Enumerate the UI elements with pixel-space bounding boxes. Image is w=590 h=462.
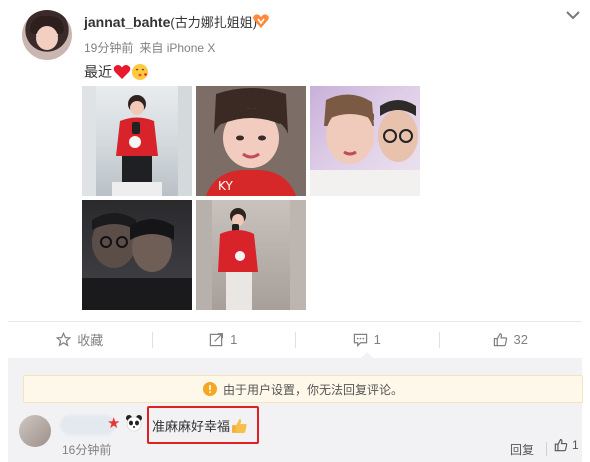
post-photo-3[interactable] [310, 86, 420, 196]
vip-badge-icon[interactable] [252, 13, 270, 29]
post-toolbar: 收藏 1 1 32 [8, 321, 583, 358]
favorite-label: 收藏 [77, 333, 104, 348]
comment-like-count: 1 [572, 438, 579, 452]
repost-icon [209, 333, 224, 347]
repost-count: 1 [230, 332, 238, 347]
notice-text: 由于用户设置，你无法回复评论。 [222, 382, 403, 397]
heart-emoji-icon [113, 65, 131, 79]
warning-icon [202, 382, 217, 396]
chevron-down-icon[interactable] [564, 8, 582, 22]
like-count: 32 [513, 332, 528, 347]
post-meta: 19分钟前 来自 iPhone X [84, 39, 221, 56]
panda-icon [126, 415, 142, 432]
author-username[interactable]: jannat_bahte [84, 14, 170, 30]
post-photo-2[interactable]: KY [196, 86, 306, 196]
post-text: 最近 [84, 64, 112, 80]
comment-button[interactable]: 1 [295, 322, 439, 358]
comment-section: 由于用户设置，你无法回复评论。 ★ 准麻麻好幸福 16分钟前 回复 1 [8, 358, 583, 462]
star-outline-icon [56, 332, 72, 347]
weibo-post: jannat_bahte(古力娜扎姐姐) 19分钟前 来自 iPhone X 最近 [0, 0, 590, 462]
commenter-avatar[interactable] [19, 415, 51, 447]
author-avatar[interactable] [22, 10, 72, 60]
repost-button[interactable]: 1 [151, 322, 296, 357]
favorite-button[interactable]: 收藏 [8, 322, 152, 357]
comment-text: 准麻麻好幸福 [152, 416, 248, 435]
comment-reply-button[interactable]: 回复 [510, 441, 534, 458]
comment-like-button[interactable]: 1 [554, 438, 579, 452]
svg-text:KY: KY [218, 179, 233, 193]
thumbs-up-icon [493, 333, 507, 347]
post-content: 最近 [84, 62, 149, 82]
author-remark: (古力娜扎姐姐) [170, 15, 258, 30]
star-badge-icon: ★ [107, 415, 121, 432]
post-source: 来自 iPhone X [139, 41, 216, 55]
thumbs-up-icon [554, 439, 568, 452]
thumbs-up-emoji-icon [232, 419, 247, 433]
reply-restricted-notice: 由于用户设置，你无法回复评论。 [23, 375, 583, 403]
comment-icon [353, 333, 367, 347]
kiss-emoji-icon [132, 64, 148, 80]
author-name[interactable]: jannat_bahte(古力娜扎姐姐) [84, 12, 257, 31]
post-photo-1[interactable] [82, 86, 192, 196]
comment-text-content: 准麻麻好幸福 [152, 419, 231, 434]
post-photo-5[interactable] [196, 200, 306, 310]
like-button[interactable]: 32 [438, 322, 583, 357]
post-time[interactable]: 19分钟前 [84, 41, 133, 55]
post-photo-4[interactable] [82, 200, 192, 310]
comment-count: 1 [373, 332, 381, 347]
comment-time: 16分钟前 [62, 443, 112, 457]
comment-action-divider [546, 442, 547, 456]
